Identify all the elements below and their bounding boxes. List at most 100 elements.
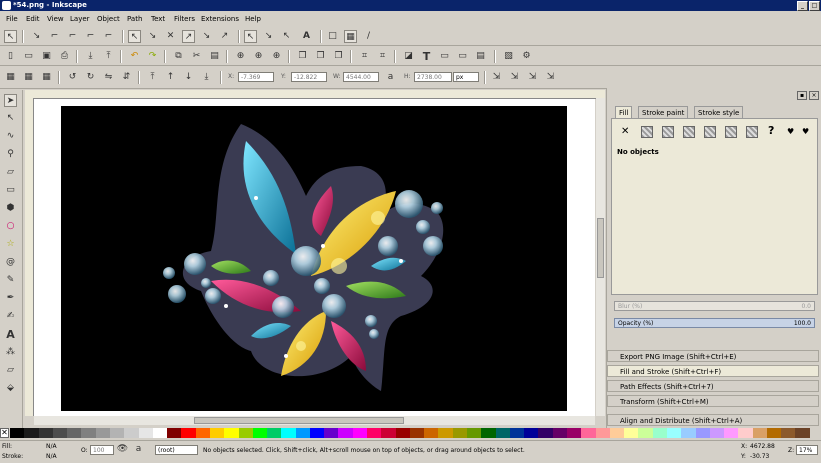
menu-file[interactable]: File <box>6 15 18 23</box>
y-coordinate-field[interactable]: -12.822 <box>291 72 327 82</box>
palette-swatch[interactable] <box>552 428 567 438</box>
snap-enable-icon[interactable]: ↖ <box>4 30 17 43</box>
palette-swatch[interactable] <box>224 428 239 438</box>
menu-path[interactable]: Path <box>127 15 142 23</box>
palette-swatch[interactable] <box>624 428 639 438</box>
palette-swatch[interactable] <box>152 428 168 438</box>
lock-proportions-icon[interactable]: a <box>384 71 397 84</box>
pencil-tool-icon[interactable]: ✎ <box>4 274 17 287</box>
node-tool-icon[interactable]: ↖ <box>4 112 17 125</box>
snap-bbox-corner-icon[interactable]: ⌐ <box>66 30 79 43</box>
palette-swatch[interactable] <box>495 428 510 438</box>
x-coordinate-field[interactable]: -7.369 <box>238 72 274 82</box>
palette-swatch[interactable] <box>138 428 153 438</box>
spiral-tool-icon[interactable]: @ <box>4 256 17 269</box>
palette-swatch[interactable] <box>666 428 682 438</box>
menu-help[interactable]: Help <box>245 15 261 23</box>
duplicate-icon[interactable]: ❐ <box>296 50 309 63</box>
radial-gradient-icon[interactable] <box>683 126 695 138</box>
ellipse-tool-icon[interactable]: ○ <box>4 220 17 233</box>
paint-bucket-tool-icon[interactable]: ⬙ <box>4 382 17 395</box>
print-icon[interactable]: ⎙ <box>58 50 71 63</box>
clone-icon[interactable]: ❐ <box>314 50 327 63</box>
layers-dialog-icon[interactable]: ▤ <box>474 50 487 63</box>
scale-stroke-icon[interactable]: ⇲ <box>490 71 503 84</box>
horizontal-scroll-thumb[interactable] <box>194 417 404 424</box>
height-field[interactable]: 2738.00 <box>414 72 452 82</box>
palette-swatch[interactable] <box>638 428 653 438</box>
snap-bbox-mid-icon[interactable]: ⌐ <box>84 30 97 43</box>
palette-swatch[interactable] <box>38 428 53 438</box>
snap-object-center-icon[interactable]: ↖ <box>244 30 257 43</box>
vertical-scrollbar[interactable] <box>596 98 605 416</box>
layer-lock-icon[interactable]: a <box>132 444 145 455</box>
menu-layer[interactable]: Layer <box>70 15 90 23</box>
fill-stroke-dialog-icon[interactable]: ◪ <box>402 50 415 63</box>
palette-swatch[interactable] <box>566 428 582 438</box>
selector-tool-icon[interactable]: ➤ <box>4 94 17 107</box>
palette-swatch[interactable] <box>281 428 296 438</box>
scale-corners-icon[interactable]: ⇲ <box>508 71 521 84</box>
fill-rule-evenodd-icon[interactable]: ♥ <box>787 127 794 136</box>
raise-to-top-icon[interactable]: ⤒ <box>146 71 159 84</box>
zoom-selection-icon[interactable]: ⊕ <box>234 50 247 63</box>
ungroup-icon[interactable]: ⌗ <box>376 50 389 63</box>
rotate-ccw-icon[interactable]: ↺ <box>66 71 79 84</box>
palette-swatch[interactable] <box>238 428 253 438</box>
palette-swatch[interactable] <box>481 428 496 438</box>
move-gradients-icon[interactable]: ⇲ <box>526 71 539 84</box>
zoom-tool-icon[interactable]: ⚲ <box>4 148 17 161</box>
menu-extensions[interactable]: Extensions <box>201 15 239 23</box>
palette-swatch[interactable] <box>352 428 368 438</box>
dock-panel-export-png[interactable]: Export PNG Image (Shift+Ctrl+E) <box>607 350 819 362</box>
palette-swatch[interactable] <box>709 428 725 438</box>
palette-swatch[interactable] <box>181 428 196 438</box>
dock-panel-transform[interactable]: Transform (Shift+Ctrl+M) <box>607 395 819 407</box>
redo-icon[interactable]: ↷ <box>146 50 159 63</box>
palette-swatch[interactable] <box>267 428 282 438</box>
paste-icon[interactable]: ▤ <box>208 50 221 63</box>
dock-iconify-button[interactable]: ▪ <box>797 91 807 100</box>
palette-swatch[interactable] <box>109 428 125 438</box>
undo-icon[interactable]: ↶ <box>128 50 141 63</box>
3d-box-tool-icon[interactable]: ⬢ <box>4 202 17 215</box>
palette-swatch[interactable] <box>52 428 68 438</box>
group-icon[interactable]: ⌗ <box>358 50 371 63</box>
width-field[interactable]: 4544.00 <box>343 72 379 82</box>
palette-swatch[interactable] <box>395 428 410 438</box>
rotate-cw-icon[interactable]: ↻ <box>84 71 97 84</box>
select-all-icon[interactable]: ▦ <box>4 71 17 84</box>
palette-swatch[interactable] <box>467 428 482 438</box>
snap-page-border-icon[interactable]: □ <box>326 30 339 43</box>
palette-swatch[interactable] <box>738 428 753 438</box>
menu-edit[interactable]: Edit <box>26 15 40 23</box>
pen-tool-icon[interactable]: ✒ <box>4 292 17 305</box>
spray-tool-icon[interactable]: ⁂ <box>4 346 17 359</box>
restore-button[interactable]: □ <box>809 1 820 11</box>
snap-bbox-edge-icon[interactable]: ⌐ <box>48 30 61 43</box>
zoom-page-icon[interactable]: ⊕ <box>270 50 283 63</box>
select-all-layers-icon[interactable]: ▦ <box>22 71 35 84</box>
palette-swatch[interactable] <box>724 428 739 438</box>
cut-icon[interactable]: ✂ <box>190 50 203 63</box>
palette-swatch[interactable] <box>581 428 596 438</box>
no-color-swatch[interactable]: ✕ <box>0 428 9 438</box>
unlink-clone-icon[interactable]: ❐ <box>332 50 345 63</box>
zoom-field[interactable]: 17% <box>796 445 818 455</box>
linear-gradient-icon[interactable] <box>662 126 674 138</box>
blur-slider[interactable]: Blur (%) 0.0 <box>614 301 815 311</box>
zoom-drawing-icon[interactable]: ⊕ <box>252 50 265 63</box>
calligraphy-tool-icon[interactable]: ✍ <box>4 310 17 323</box>
pattern-icon[interactable] <box>725 126 737 138</box>
text-tool-icon[interactable]: A <box>4 328 17 341</box>
layer-visibility-icon[interactable]: 👁 <box>116 444 129 455</box>
mesh-gradient-icon[interactable] <box>704 126 716 138</box>
measure-tool-icon[interactable]: ▱ <box>4 166 17 179</box>
palette-swatch[interactable] <box>124 428 139 438</box>
palette-swatch[interactable] <box>81 428 96 438</box>
palette-swatch[interactable] <box>95 428 110 438</box>
unset-paint-icon[interactable]: ? <box>768 124 774 137</box>
palette-swatch[interactable] <box>381 428 396 438</box>
snap-bbox-center-icon[interactable]: ⌐ <box>102 30 115 43</box>
vertical-ruler[interactable] <box>25 98 34 416</box>
